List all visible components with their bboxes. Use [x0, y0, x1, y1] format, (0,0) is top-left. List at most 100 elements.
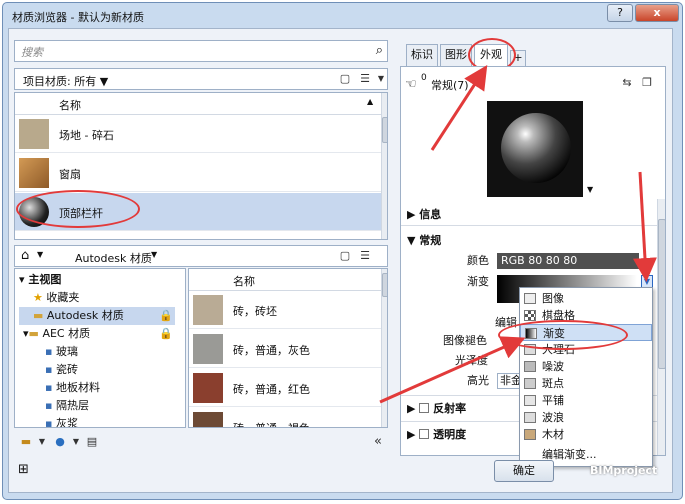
- image-icon: [524, 293, 536, 304]
- search-icon[interactable]: ⌕: [376, 43, 383, 58]
- search-input[interactable]: 搜索: [21, 44, 43, 60]
- help-button[interactable]: ?: [607, 4, 633, 22]
- column-header-name[interactable]: 名称: [59, 97, 81, 113]
- folder-menu-icon[interactable]: ▬: [18, 434, 34, 450]
- chevron-down-icon[interactable]: ▼: [373, 71, 389, 87]
- category-icon: ▪: [45, 363, 53, 376]
- list-view-icon[interactable]: ☰: [357, 248, 373, 264]
- tree-item-mortar[interactable]: ▪ 灰浆: [45, 415, 78, 428]
- close-button[interactable]: x: [635, 4, 679, 22]
- menu-item-tiles[interactable]: 平铺: [520, 392, 652, 409]
- checker-icon: [524, 310, 536, 321]
- highlight-annotation: [16, 190, 140, 228]
- section-transparency[interactable]: ▶ 透明度: [407, 425, 466, 445]
- ok-button[interactable]: 确定: [494, 460, 554, 482]
- folder-icon: ▬: [33, 309, 44, 322]
- hand-icon: ☜: [405, 77, 417, 92]
- list-item[interactable]: 砖，普通，灰色: [189, 330, 381, 368]
- home-icon[interactable]: ⌂: [21, 248, 29, 263]
- tree-item-glass[interactable]: ▪ 玻璃: [45, 343, 78, 361]
- chevron-down-icon[interactable]: ▼: [587, 185, 593, 194]
- category-icon: ▪: [45, 381, 53, 394]
- tree-item-autodesk[interactable]: ▬ Autodesk 材质 🔒: [19, 307, 175, 325]
- column-header-name[interactable]: 名称: [233, 273, 255, 289]
- checkbox[interactable]: [419, 403, 430, 413]
- category-icon: ▪: [45, 399, 53, 412]
- chevron-down-icon[interactable]: ▼: [37, 250, 43, 259]
- scrollbar-thumb[interactable]: [382, 117, 387, 143]
- library-materials-list: 名称 砖，砖坯 砖，普通，灰色 砖，普通，红色 砖，普通，褐色: [188, 268, 388, 428]
- menu-item-speckle[interactable]: 斑点: [520, 375, 652, 392]
- category-icon: ▪: [45, 345, 53, 358]
- tree-item-flooring[interactable]: ▪ 地板材料: [45, 379, 100, 397]
- list-item[interactable]: 砖，普通，褐色: [189, 408, 381, 427]
- color-label: 颜色: [467, 254, 489, 267]
- gloss-label: 光泽度: [455, 354, 488, 367]
- tree-item-home[interactable]: ▾ 主视图: [19, 271, 61, 289]
- section-general[interactable]: ▼ 常规: [407, 231, 441, 251]
- material-swatch: [19, 158, 49, 188]
- collapse-icon[interactable]: «: [370, 434, 386, 450]
- scrollbar-thumb[interactable]: [382, 273, 387, 297]
- scrollbar[interactable]: [657, 199, 665, 455]
- material-name: 砖，普通，灰色: [233, 344, 310, 357]
- list-item[interactable]: 场地 - 碎石: [15, 115, 381, 153]
- lock-icon: 🔒: [159, 327, 173, 340]
- search-box[interactable]: 搜索 ⌕: [14, 40, 388, 62]
- menu-item-waves[interactable]: 波浪: [520, 409, 652, 426]
- view-toggle-icon[interactable]: ▢: [337, 248, 353, 264]
- noise-icon: [524, 361, 536, 372]
- material-browser-icon[interactable]: ⊞: [18, 462, 29, 477]
- create-material-icon[interactable]: ●: [52, 434, 68, 450]
- material-name: 砖，砖坯: [233, 305, 277, 318]
- list-item[interactable]: 砖，普通，红色: [189, 369, 381, 407]
- material-swatch: [193, 334, 223, 364]
- checkbox[interactable]: [419, 429, 430, 439]
- folder-icon: ▬: [28, 327, 39, 340]
- menu-item-noise[interactable]: 噪波: [520, 358, 652, 375]
- color-swatch[interactable]: RGB 80 80 80: [497, 253, 639, 269]
- view-toggle-icon[interactable]: ▢: [337, 71, 353, 87]
- list-view-icon[interactable]: ☰: [357, 71, 373, 87]
- speckle-icon: [524, 378, 536, 389]
- library-crumb[interactable]: Autodesk 材质: [75, 250, 152, 266]
- material-swatch: [193, 373, 223, 403]
- material-name: 窗扇: [59, 168, 81, 181]
- material-editor-icon[interactable]: ▤: [84, 434, 100, 450]
- scrollbar[interactable]: [381, 93, 387, 239]
- material-swatch: [193, 295, 223, 325]
- highlight-label: 高光: [467, 374, 489, 387]
- tree-item-tile[interactable]: ▪ 瓷砖: [45, 361, 78, 379]
- sort-arrow-icon[interactable]: ▲: [367, 97, 373, 106]
- list-item[interactable]: 砖，砖坯: [189, 291, 381, 329]
- project-list-header: 名称 ▲: [15, 93, 381, 115]
- chevron-down-icon[interactable]: ▼: [68, 434, 84, 450]
- project-filter-dropdown[interactable]: 项目材质: 所有 ▼: [23, 73, 108, 89]
- tab-identity[interactable]: 标识: [406, 44, 438, 66]
- project-filter-bar: 项目材质: 所有 ▼ ▢ ☰ ▼: [14, 68, 388, 90]
- list-item[interactable]: 窗扇: [15, 154, 381, 192]
- title-bar: 材质浏览器 - 默认为新材质 ? x: [3, 3, 682, 31]
- scrollbar[interactable]: [381, 269, 387, 427]
- material-name: 砖，普通，红色: [233, 383, 310, 396]
- library-breadcrumb: ⌂ ▼ Autodesk 材质 ▼ ▢ ☰: [14, 245, 388, 267]
- library-toolbar: ▬ ▼ ● ▼ ▤ «: [14, 432, 388, 452]
- star-icon: ★: [33, 291, 43, 304]
- chevron-down-icon[interactable]: ▼: [34, 434, 50, 450]
- replace-asset-icon[interactable]: ⇆: [619, 75, 635, 91]
- category-icon: ▪: [45, 417, 53, 428]
- tree-item-favorites[interactable]: ★ 收藏夹: [33, 289, 79, 307]
- menu-item-image[interactable]: 图像: [520, 290, 652, 307]
- menu-item-wood[interactable]: 木材: [520, 426, 652, 443]
- section-reflectivity[interactable]: ▶ 反射率: [407, 399, 466, 419]
- section-info[interactable]: ▶ 信息: [407, 205, 441, 225]
- asset-count: 0: [421, 73, 427, 83]
- tree-item-insulation[interactable]: ▪ 隔热层: [45, 397, 89, 415]
- window-title: 材质浏览器 - 默认为新材质: [12, 11, 144, 24]
- tree-item-aec[interactable]: ▾▬ AEC 材质 🔒: [23, 325, 173, 343]
- library-list-header: 名称: [189, 269, 381, 291]
- scrollbar-thumb[interactable]: [658, 219, 665, 369]
- chevron-down-icon[interactable]: ▼: [151, 250, 157, 259]
- duplicate-asset-icon[interactable]: ❐: [639, 75, 655, 91]
- material-swatch: [193, 412, 223, 427]
